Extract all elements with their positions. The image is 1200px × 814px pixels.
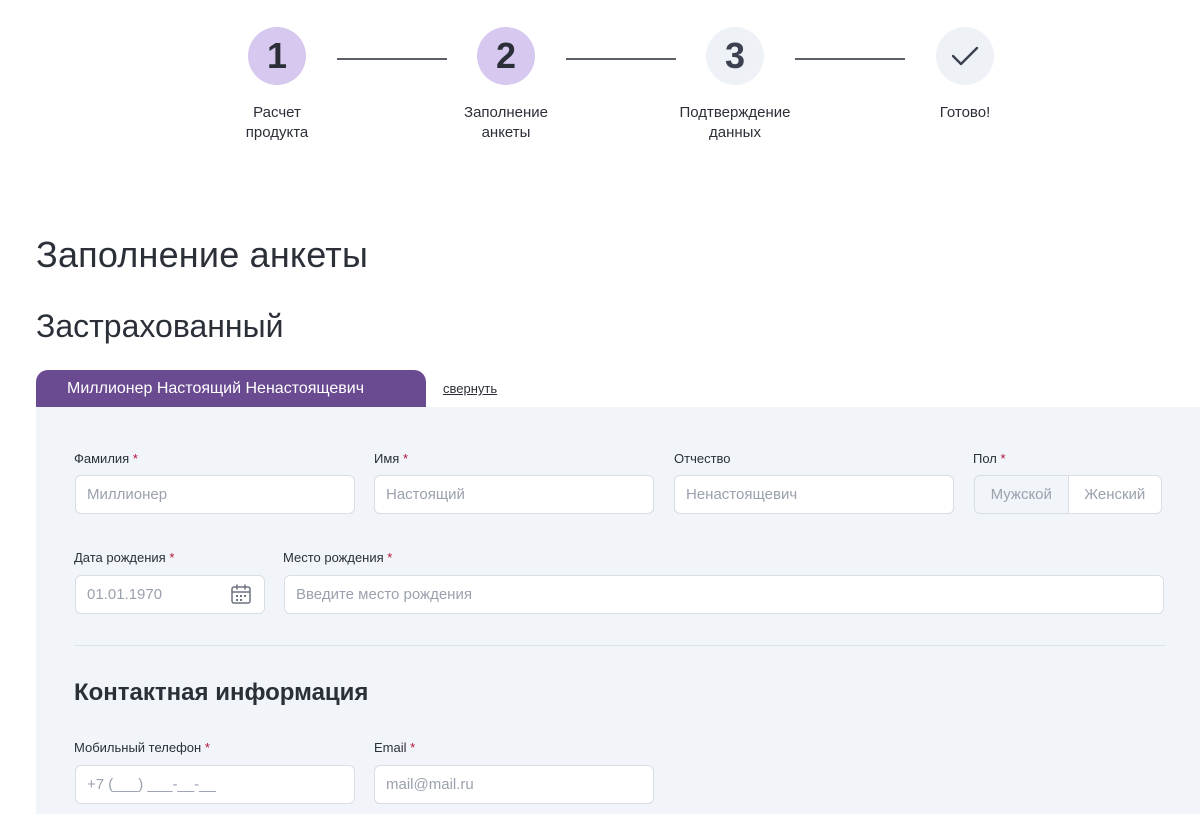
- step-4-circle: [936, 27, 994, 85]
- gender-option-female[interactable]: Женский: [1067, 476, 1161, 513]
- birth-date-label: Дата рождения *: [74, 550, 175, 565]
- page-title: Заполнение анкеты: [36, 234, 369, 275]
- contacts-title: Контактная информация: [74, 679, 369, 706]
- gender-label: Пол *: [973, 451, 1006, 466]
- insured-form-panel: Фамилия * Имя * Отчество Пол * Мужской Ж…: [36, 407, 1200, 814]
- gender-toggle: Мужской Женский: [974, 475, 1162, 514]
- step-3-circle: 3: [706, 27, 764, 85]
- step-4-label: Готово!: [939, 104, 991, 121]
- section-title: Застрахованный: [36, 308, 284, 344]
- email-input[interactable]: [374, 765, 654, 804]
- phone-label: Мобильный телефон *: [74, 740, 210, 755]
- calendar-icon[interactable]: [230, 583, 252, 605]
- insured-person-name: Миллионер Настоящий Ненастоящевич: [67, 379, 365, 397]
- check-icon: [951, 46, 979, 66]
- step-3-label: Подтверждение данных: [679, 104, 791, 141]
- section-divider: [74, 645, 1166, 646]
- page: 1 Расчет продукта 2 Заполнение анкеты 3 …: [0, 0, 1200, 814]
- step-2-circle: 2: [477, 27, 535, 85]
- step-4[interactable]: Готово!: [885, 27, 1045, 123]
- birth-place-label: Место рождения *: [283, 550, 393, 565]
- step-2[interactable]: 2 Заполнение анкеты: [426, 27, 586, 143]
- step-1-label: Расчет продукта: [245, 104, 309, 141]
- middle-name-label: Отчество: [674, 451, 731, 466]
- gender-option-male[interactable]: Мужской: [975, 476, 1068, 513]
- insured-person-tab[interactable]: Миллионер Настоящий Ненастоящевич: [36, 370, 426, 407]
- step-1[interactable]: 1 Расчет продукта: [197, 27, 357, 143]
- progress-stepper: 1 Расчет продукта 2 Заполнение анкеты 3 …: [0, 0, 1200, 160]
- step-2-label: Заполнение анкеты: [464, 104, 548, 141]
- step-1-circle: 1: [248, 27, 306, 85]
- last-name-label: Фамилия *: [74, 451, 138, 466]
- first-name-input[interactable]: [374, 475, 654, 514]
- email-label: Email *: [374, 740, 416, 755]
- phone-input[interactable]: [75, 765, 355, 804]
- first-name-label: Имя *: [374, 451, 409, 466]
- birth-place-input[interactable]: [284, 575, 1164, 614]
- middle-name-input[interactable]: [674, 475, 954, 514]
- collapse-link[interactable]: свернуть: [443, 381, 497, 396]
- step-3[interactable]: 3 Подтверждение данных: [655, 27, 815, 143]
- last-name-input[interactable]: [75, 475, 355, 514]
